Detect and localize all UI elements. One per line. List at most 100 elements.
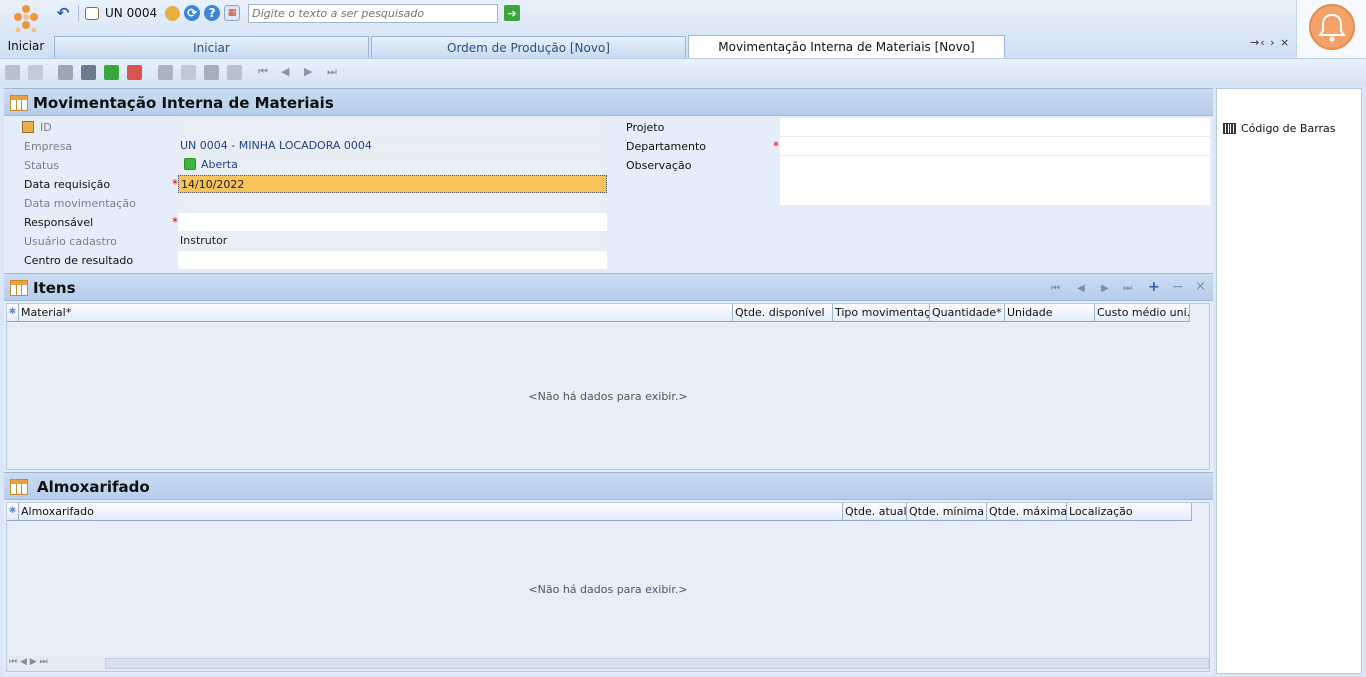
id-value bbox=[178, 118, 607, 136]
grid-next-icon[interactable]: ▶ bbox=[1101, 283, 1109, 294]
departamento-input[interactable] bbox=[780, 137, 1210, 155]
observacao-textarea[interactable] bbox=[780, 156, 1210, 205]
col-qtde-maxima[interactable]: Qtde. máxima bbox=[987, 503, 1067, 521]
confirm-icon[interactable] bbox=[104, 65, 119, 80]
barcode-icon bbox=[1223, 123, 1236, 134]
usuario-cadastro-label: Usuário cadastro bbox=[24, 235, 117, 248]
cancel-icon[interactable] bbox=[127, 65, 142, 80]
grid-prev-icon[interactable]: ◀ bbox=[1077, 283, 1085, 294]
help-icon[interactable]: ? bbox=[204, 5, 221, 21]
search-input[interactable] bbox=[248, 3, 499, 23]
app-logo-icon bbox=[14, 5, 38, 33]
empresa-value: UN 0004 - MINHA LOCADORA 0004 bbox=[178, 137, 607, 155]
itens-grid-header: ✱ Material* Qtde. disponível Tipo movime… bbox=[7, 304, 1190, 322]
status-label: Status bbox=[24, 159, 60, 172]
tab-iniciar[interactable]: Iniciar bbox=[54, 36, 369, 58]
grid-close-icon[interactable]: × bbox=[1195, 279, 1206, 294]
grid-last-icon[interactable]: ⏭ bbox=[1123, 283, 1132, 294]
preview-icon[interactable] bbox=[181, 65, 196, 80]
print-icon[interactable] bbox=[204, 65, 219, 80]
unit-selector[interactable]: UN 0004 bbox=[105, 6, 157, 20]
field-status: Status Aberta bbox=[4, 156, 607, 175]
field-observacao: Observação bbox=[622, 156, 1210, 206]
undo-icon[interactable]: ↶ bbox=[54, 4, 72, 22]
col-qtde-minima[interactable]: Qtde. mínima bbox=[907, 503, 987, 521]
section-header-movimentacao: Movimentação Interna de Materiais bbox=[4, 88, 1213, 116]
observacao-label: Observação bbox=[626, 159, 692, 172]
itens-title: Itens bbox=[33, 279, 76, 297]
data-requisicao-input[interactable]: 14/10/2022 bbox=[178, 175, 607, 193]
last-record-icon[interactable]: ⏭ bbox=[327, 65, 342, 80]
col-quantidade[interactable]: Quantidade* bbox=[930, 304, 1005, 322]
barcode-label: Código de Barras bbox=[1241, 122, 1336, 135]
tab-navigation[interactable]: →‹ › × bbox=[1250, 36, 1290, 49]
col-tipo-movimentacao[interactable]: Tipo movimentação bbox=[833, 304, 930, 322]
notification-button[interactable] bbox=[1309, 4, 1355, 50]
data-requisicao-label: Data requisição bbox=[24, 178, 111, 191]
field-departamento: Departamento * bbox=[622, 137, 1210, 156]
export-icon[interactable] bbox=[227, 65, 242, 80]
page-title: Movimentação Interna de Materiais bbox=[33, 94, 334, 112]
refresh-icon[interactable]: ⟳ bbox=[184, 5, 201, 21]
data-movimentacao-label: Data movimentação bbox=[24, 197, 136, 210]
start-button[interactable]: Iniciar bbox=[0, 0, 52, 58]
tab-ordem-producao[interactable]: Ordem de Produção [Novo] bbox=[371, 36, 686, 58]
col-material[interactable]: Material* bbox=[19, 304, 733, 322]
toolbar-divider bbox=[78, 5, 79, 21]
itens-grid: ✱ Material* Qtde. disponível Tipo movime… bbox=[6, 303, 1210, 470]
almoxarifado-grid: ✱ Almoxarifado Qtde. atual Qtde. mínima … bbox=[6, 502, 1210, 672]
sync-icon[interactable] bbox=[158, 65, 173, 80]
next-record-icon[interactable]: ▶ bbox=[304, 65, 319, 80]
departamento-label: Departamento bbox=[626, 140, 707, 153]
usuario-cadastro-value: Instrutor bbox=[178, 232, 607, 250]
responsavel-input[interactable] bbox=[178, 213, 607, 231]
grid-settings-icon[interactable]: ✱ bbox=[7, 304, 19, 322]
field-data-requisicao: Data requisição * 14/10/2022 bbox=[4, 175, 607, 194]
data-movimentacao-value bbox=[178, 194, 607, 212]
prev-record-icon[interactable]: ◀ bbox=[281, 65, 296, 80]
projeto-input[interactable] bbox=[780, 118, 1210, 136]
grid-remove-icon[interactable]: − bbox=[1172, 279, 1184, 295]
tab-bar: Iniciar Ordem de Produção [Novo] Movimen… bbox=[54, 35, 1007, 58]
col-qtde-disponivel[interactable]: Qtde. disponível bbox=[733, 304, 833, 322]
centro-resultado-input[interactable] bbox=[178, 251, 607, 269]
new-record-icon[interactable] bbox=[5, 65, 20, 80]
field-data-movimentacao: Data movimentação bbox=[4, 194, 607, 213]
projeto-label: Projeto bbox=[626, 121, 665, 134]
tab-movimentacao-interna[interactable]: Movimentação Interna de Materiais [Novo] bbox=[688, 35, 1005, 58]
users-icon[interactable] bbox=[165, 5, 181, 21]
status-green-icon bbox=[184, 158, 196, 170]
required-mark: * bbox=[773, 139, 779, 153]
field-projeto: Projeto bbox=[622, 118, 1210, 137]
search-go-button[interactable]: ➔ bbox=[504, 5, 521, 21]
section-header-itens: Itens ⏮ ◀ ▶ ⏭ + − × bbox=[4, 273, 1213, 301]
quick-toolbar: ↶ UN 0004 ⟳ ? ▦ ➔ bbox=[54, 2, 521, 24]
add-icon[interactable] bbox=[58, 65, 73, 80]
barcode-link[interactable]: Código de Barras bbox=[1223, 122, 1336, 135]
grid-settings-icon[interactable]: ✱ bbox=[7, 503, 19, 521]
field-responsavel: Responsável * bbox=[4, 213, 607, 232]
footer-nav-icons[interactable]: ⏮ ◀ ▶ ⏭ bbox=[9, 657, 48, 667]
grid-add-icon[interactable]: + bbox=[1148, 279, 1160, 295]
start-label: Iniciar bbox=[7, 39, 45, 53]
grid-first-icon[interactable]: ⏮ bbox=[1051, 283, 1060, 294]
horizontal-scrollbar[interactable] bbox=[105, 658, 1209, 669]
status-value: Aberta bbox=[178, 156, 607, 174]
col-almoxarifado[interactable]: Almoxarifado bbox=[19, 503, 843, 521]
almoxarifado-empty-message: <Não há dados para exibir.> bbox=[528, 583, 688, 596]
side-panel: Código de Barras bbox=[1216, 88, 1362, 674]
id-label: ID bbox=[40, 121, 52, 134]
status-text: Aberta bbox=[201, 158, 238, 171]
field-centro-resultado: Centro de resultado bbox=[4, 251, 607, 270]
col-custo-medio[interactable]: Custo médio uni. bbox=[1095, 304, 1190, 322]
calendar-icon[interactable]: ▦ bbox=[224, 5, 241, 21]
col-localizacao[interactable]: Localização bbox=[1067, 503, 1192, 521]
almoxarifado-grid-header: ✱ Almoxarifado Qtde. atual Qtde. mínima … bbox=[7, 503, 1192, 521]
remove-icon[interactable] bbox=[81, 65, 96, 80]
notification-area bbox=[1296, 0, 1366, 58]
col-unidade[interactable]: Unidade bbox=[1005, 304, 1095, 322]
first-record-icon[interactable]: ⏮ bbox=[258, 65, 273, 80]
id-icon bbox=[22, 121, 34, 133]
col-qtde-atual[interactable]: Qtde. atual bbox=[843, 503, 907, 521]
lock-icon[interactable] bbox=[28, 65, 43, 80]
